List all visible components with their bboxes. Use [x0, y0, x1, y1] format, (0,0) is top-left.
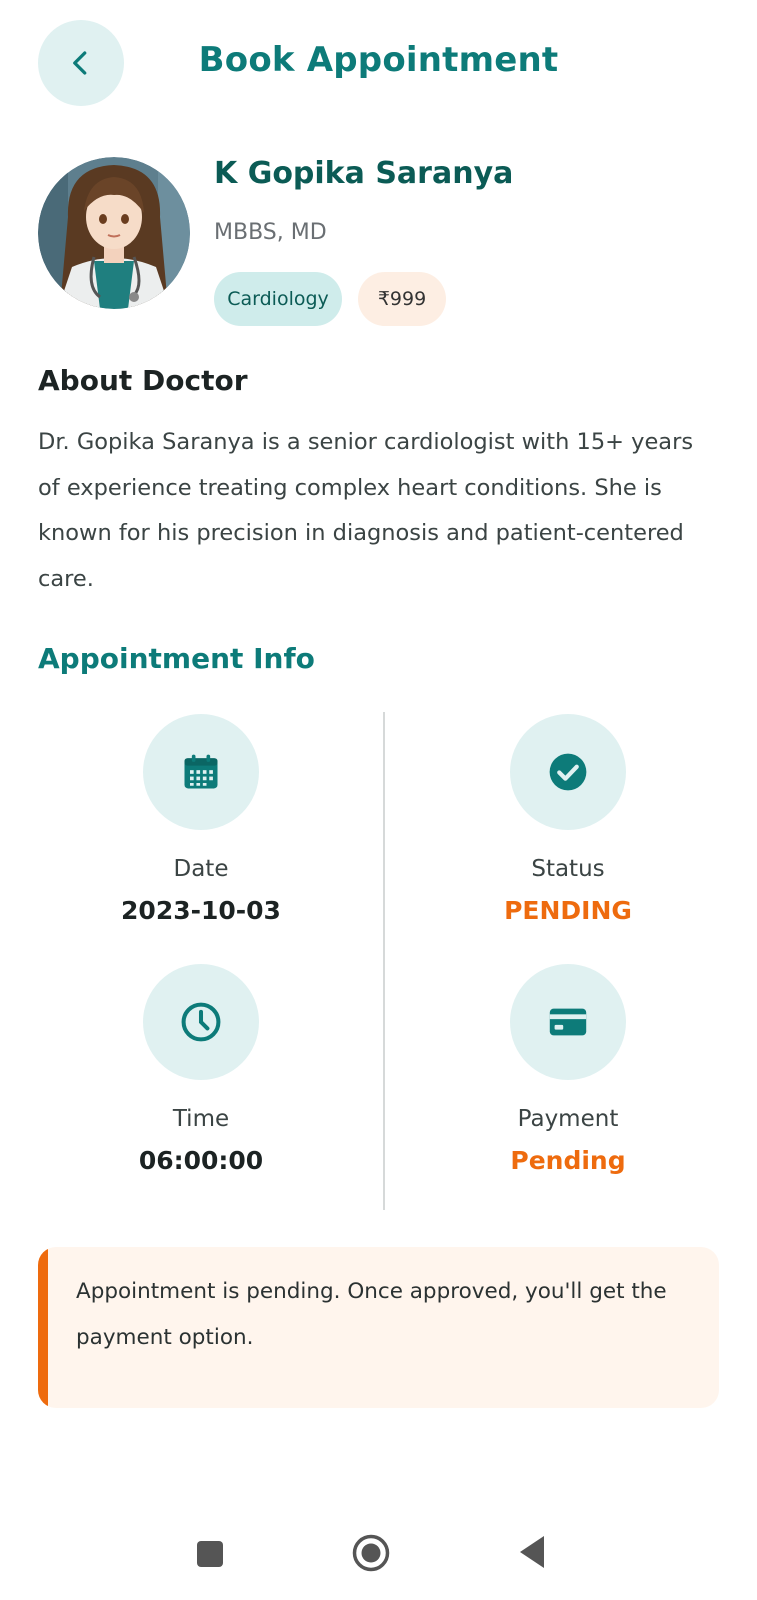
- notice-text: Appointment is pending. Once approved, y…: [76, 1279, 667, 1350]
- payment-icon-circle: [510, 964, 626, 1080]
- pending-notice: Appointment is pending. Once approved, y…: [38, 1247, 719, 1408]
- about-text: Dr. Gopika Saranya is a senior cardiolog…: [38, 429, 694, 592]
- time-label: Time: [172, 1106, 230, 1132]
- payment-info: Payment Pending: [438, 964, 698, 1178]
- credit-card-icon: [549, 1008, 587, 1036]
- date-value: 2023-10-03: [121, 896, 281, 925]
- system-back-button[interactable]: [518, 1535, 546, 1573]
- notice-accent-bar: [38, 1247, 48, 1408]
- appointment-info-heading: Appointment Info: [38, 642, 315, 675]
- triangle-back-icon: [520, 1536, 544, 1568]
- square-icon: [197, 1541, 223, 1567]
- time-icon-circle: [143, 964, 259, 1080]
- specialty-chip: Cardiology: [214, 272, 342, 326]
- payment-label: Payment: [517, 1106, 619, 1132]
- time-value: 06:00:00: [138, 1146, 264, 1175]
- payment-value: Pending: [510, 1146, 626, 1175]
- about-heading: About Doctor: [38, 364, 248, 397]
- info-divider: [383, 712, 385, 1210]
- circle-home-icon: [352, 1534, 390, 1572]
- clock-icon: [181, 1002, 221, 1042]
- home-button[interactable]: [352, 1534, 390, 1576]
- system-nav-bar: [0, 1520, 757, 1600]
- status-label: Status: [531, 856, 605, 882]
- doctor-avatar: [38, 157, 190, 309]
- page-title: Book Appointment: [198, 40, 559, 80]
- date-label: Date: [173, 856, 229, 882]
- calendar-icon: [184, 754, 218, 789]
- status-value: PENDING: [504, 896, 632, 925]
- status-info: Status PENDING: [438, 714, 698, 928]
- check-circle-icon: [549, 753, 587, 791]
- status-icon-circle: [510, 714, 626, 830]
- doctor-degree: MBBS, MD: [214, 220, 327, 245]
- date-icon-circle: [143, 714, 259, 830]
- time-info: Time 06:00:00: [71, 964, 331, 1178]
- date-info: Date 2023-10-03: [71, 714, 331, 928]
- doctor-name: K Gopika Saranya: [214, 156, 514, 191]
- fee-chip: ₹999: [358, 272, 446, 326]
- recents-button[interactable]: [196, 1540, 224, 1572]
